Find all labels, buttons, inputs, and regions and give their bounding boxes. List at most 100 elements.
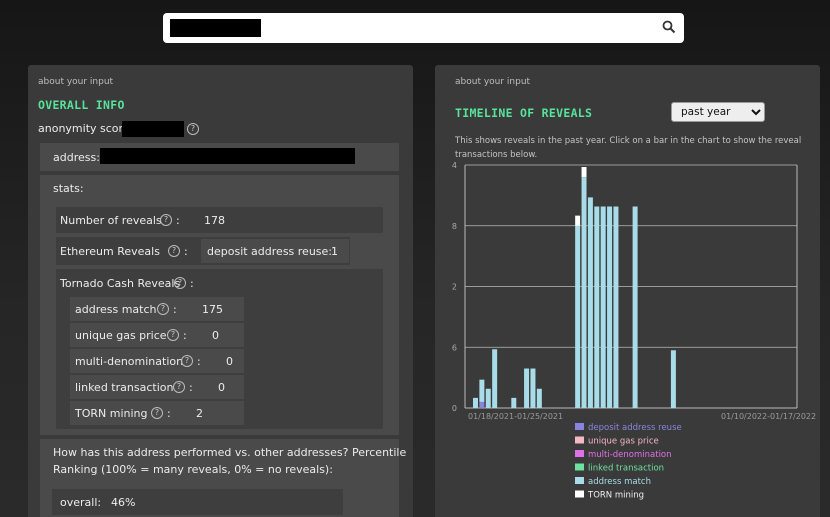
percentile-text: Ranking (100% = many reveals, 0% = no re… [53, 463, 333, 476]
chart-bar-address-match [485, 388, 491, 408]
legend-label: address match [588, 477, 651, 487]
stat-row: Ethereum Reveals ? : deposit address reu… [56, 237, 350, 265]
percentile-box: How has this address performed vs. other… [40, 439, 406, 517]
chart-bar-address-match [479, 379, 485, 402]
anonymity-score-value-redacted [122, 121, 184, 137]
deposit-address-reuse-value: 1 [331, 245, 338, 258]
period-select[interactable]: past year [671, 102, 765, 122]
chart-bar-deposit-address-reuse [479, 401, 485, 408]
anonymity-score-label: anonymity score: [38, 122, 134, 135]
tornado-row: multi-denomination ? : 0 [70, 349, 244, 373]
help-icon[interactable]: ? [174, 277, 186, 289]
stat-colon: : [183, 329, 187, 342]
help-icon[interactable]: ? [181, 355, 193, 367]
chart-bar-address-match [530, 368, 536, 408]
stat-colon: : [176, 214, 180, 227]
y-tick-label: 6 [452, 343, 457, 352]
tornado-row: linked transaction ? : 0 [70, 375, 244, 399]
tornado-row-label: address match [75, 303, 157, 316]
chart-bar-address-match [600, 206, 606, 408]
stat-colon: : [197, 355, 201, 368]
help-icon[interactable]: ? [167, 329, 179, 341]
chart-bar-address-match [613, 206, 619, 408]
stats-box: stats: Number of reveals ? : 178 Ethereu… [40, 175, 399, 435]
chart-bar-torn-mining [575, 215, 581, 226]
stat-colon: : [184, 245, 188, 258]
tornado-row-label: multi-denomination [75, 355, 184, 368]
tornado-row: TORN mining ? : 2 [70, 401, 244, 425]
y-tick-label: 2 [452, 283, 457, 292]
tornado-row-value: 0 [226, 355, 233, 368]
overall-row: overall: 46% [52, 489, 343, 515]
tornado-row-value: 175 [202, 303, 223, 316]
overall-info-panel: about your input OVERALL INFO anonymity … [28, 65, 413, 517]
stat-value: 178 [204, 214, 225, 227]
chart-bar-address-match [511, 397, 517, 408]
stat-label: Ethereum Reveals [60, 245, 160, 258]
tornado-row-value: 2 [196, 407, 203, 420]
tornado-row-value: 0 [212, 329, 219, 342]
timeline-chart[interactable]: 4 8 2 6 0 01/18/2021-01/25/2021 01/10/2022-01/… [435, 160, 820, 517]
chart-bar-address-match [492, 349, 498, 408]
percentile-text: How has this address performed vs. other… [53, 446, 407, 459]
timeline-panel: about your input TIMELINE OF REVEALS pas… [435, 65, 820, 517]
panel-kicker: about your input [455, 77, 531, 87]
tornado-row: address match ? : 175 [70, 297, 244, 321]
stats-label: stats: [53, 182, 84, 195]
stat-colon: : [173, 303, 177, 316]
chart-bar-address-match [670, 350, 676, 408]
chart-description: This shows reveals in the past year. Cli… [455, 136, 802, 146]
y-tick-label: 0 [452, 404, 457, 413]
overall-label: overall: [60, 496, 102, 509]
chart-bar-address-match [607, 206, 613, 408]
help-icon[interactable]: ? [157, 303, 169, 315]
tornado-row-label: TORN mining [75, 407, 148, 420]
legend-swatch [575, 490, 584, 498]
overall-value: 46% [111, 496, 136, 509]
help-icon[interactable]: ? [187, 123, 199, 135]
chart-bar-address-match [575, 225, 581, 408]
stat-row: Number of reveals ? : 178 [56, 207, 383, 233]
chart-bar-address-match [524, 368, 530, 408]
y-tick-label: 8 [452, 222, 457, 231]
chart-description: transactions below. [455, 150, 538, 160]
x-tick-label: 01/10/2022-01/17/2022 [721, 412, 816, 421]
tornado-cash-box: Tornado Cash Reveals ? : address match ?… [56, 269, 383, 429]
chart-bar-address-match [587, 197, 593, 408]
search-icon[interactable] [662, 20, 676, 34]
legend-label: unique gas price [588, 437, 659, 447]
search-bar[interactable] [163, 13, 684, 43]
legend-label: deposit address reuse [588, 423, 682, 433]
panel-title: OVERALL INFO [38, 98, 125, 112]
panel-title: TIMELINE OF REVEALS [455, 106, 593, 120]
panel-kicker: about your input [38, 77, 114, 87]
chart-bar-address-match [536, 388, 542, 408]
help-icon[interactable]: ? [168, 245, 180, 257]
legend-swatch [575, 450, 584, 457]
legend-label: TORN mining [587, 491, 644, 501]
stat-label: Number of reveals [60, 214, 162, 227]
legend-label: linked transaction [588, 464, 664, 474]
address-box: address: [40, 143, 399, 171]
help-icon[interactable]: ? [160, 214, 172, 226]
tornado-row-label: linked transaction [75, 381, 174, 394]
address-label: address: [53, 151, 100, 164]
deposit-address-reuse-box: deposit address reuse: 1 [201, 239, 349, 263]
search-input-redacted[interactable] [170, 19, 261, 37]
help-icon[interactable]: ? [173, 381, 185, 393]
y-tick-label: 4 [452, 161, 457, 170]
chart-bar-address-match [594, 206, 600, 408]
tornado-cash-label: Tornado Cash Reveals [60, 277, 181, 290]
stat-colon: : [190, 277, 194, 290]
x-tick-label: 01/18/2021-01/25/2021 [468, 412, 563, 421]
chart-bar-torn-mining [581, 167, 587, 178]
chart-bar-address-match [581, 177, 587, 408]
help-icon[interactable]: ? [151, 407, 163, 419]
chart-bar-address-match [632, 206, 638, 408]
chart-bar-address-match [473, 397, 478, 408]
legend-swatch [575, 423, 584, 430]
address-value-redacted [100, 148, 355, 164]
tornado-row-label: unique gas price [75, 329, 167, 342]
legend-swatch [575, 477, 584, 484]
legend-swatch [575, 463, 584, 471]
